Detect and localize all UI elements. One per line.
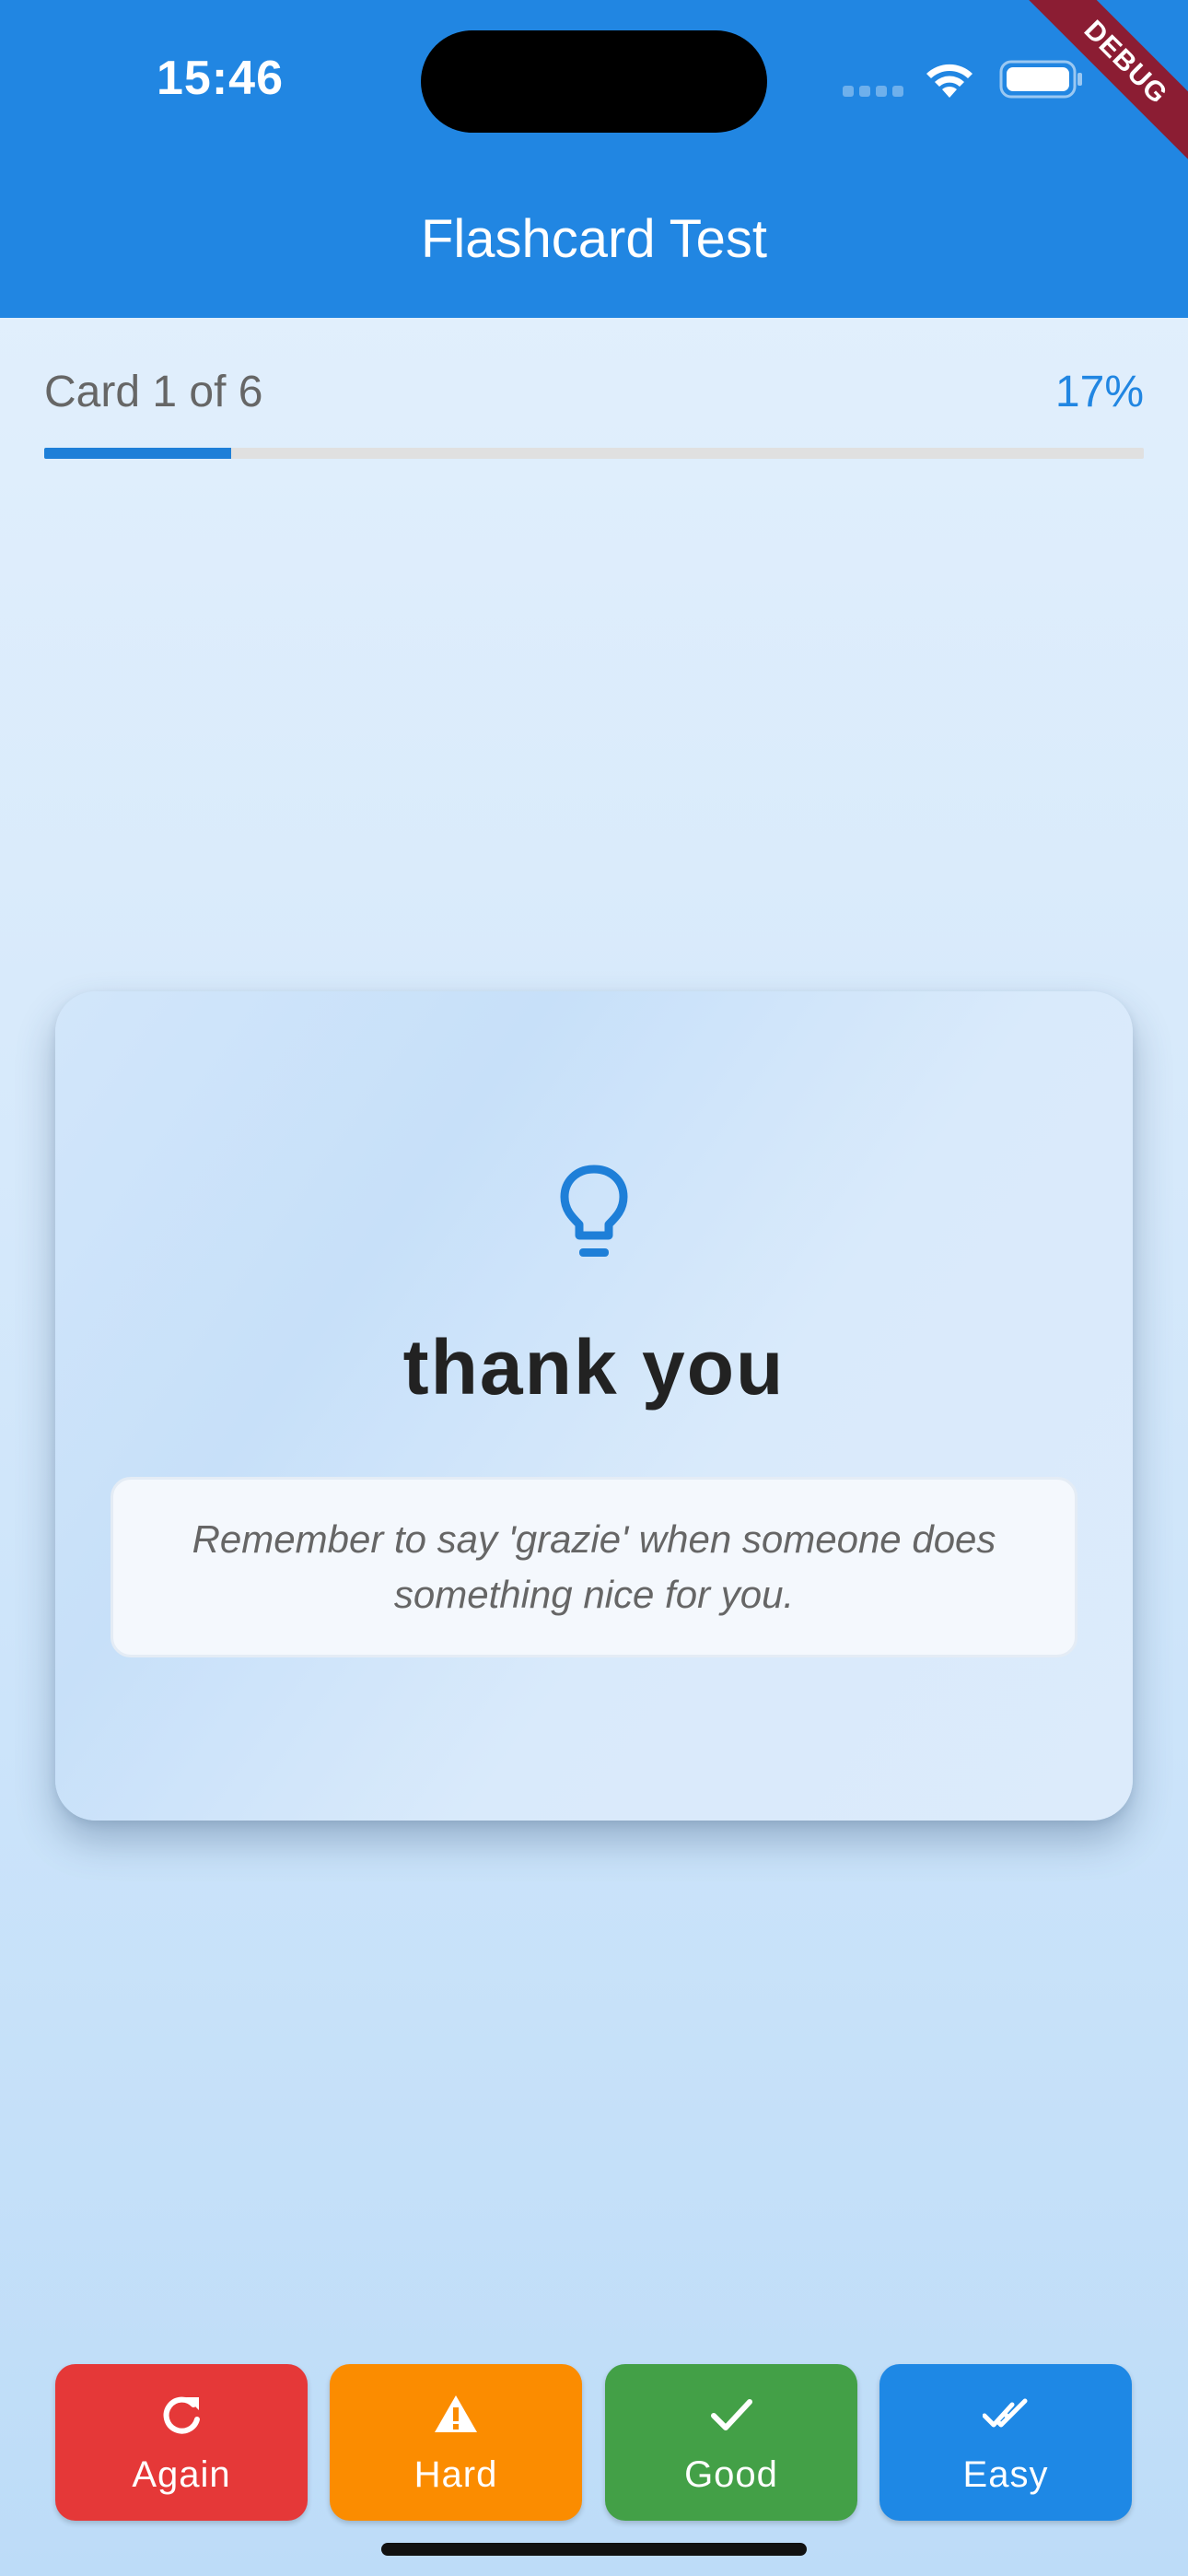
- progress-bar-fill: [44, 448, 231, 459]
- warning-icon: [435, 2395, 477, 2432]
- card-word: thank you: [402, 1324, 786, 1411]
- refresh-icon: [163, 2396, 200, 2434]
- hard-button[interactable]: Hard: [330, 2364, 582, 2521]
- progress-bar: [44, 448, 1144, 459]
- card-counter: Card 1 of 6: [44, 368, 263, 416]
- easy-button[interactable]: Easy: [879, 2364, 1132, 2521]
- flashcard[interactable]: thank you Remember to say 'grazie' when …: [55, 991, 1133, 1821]
- wifi-icon: [926, 64, 973, 98]
- status-time: 15:46: [157, 52, 284, 105]
- hint-box: Remember to say 'grazie' when someone do…: [111, 1477, 1077, 1657]
- app-bar: 15:46 Flashcard Test DEBUG: [0, 0, 1188, 318]
- good-button[interactable]: Good: [605, 2364, 857, 2521]
- easy-label: Easy: [962, 2454, 1049, 2495]
- rating-buttons: Again Hard Good Easy: [55, 2364, 1133, 2521]
- progress-percent: 17%: [1054, 368, 1144, 416]
- hard-label: Hard: [413, 2454, 498, 2495]
- lightbulb-icon: [560, 1165, 628, 1257]
- again-label: Again: [132, 2454, 231, 2495]
- debug-banner: DEBUG: [1013, 0, 1188, 175]
- check-icon: [711, 2399, 752, 2430]
- debug-banner-label: DEBUG: [1013, 0, 1188, 175]
- hint-text: Remember to say 'grazie' when someone do…: [192, 1517, 996, 1616]
- double-check-icon: [983, 2398, 1028, 2428]
- good-label: Good: [684, 2454, 778, 2495]
- dynamic-island: [421, 30, 767, 133]
- home-indicator[interactable]: [381, 2543, 807, 2556]
- cellular-signal-icon: [843, 85, 909, 101]
- page-title: Flashcard Test: [420, 209, 768, 269]
- again-button[interactable]: Again: [55, 2364, 308, 2521]
